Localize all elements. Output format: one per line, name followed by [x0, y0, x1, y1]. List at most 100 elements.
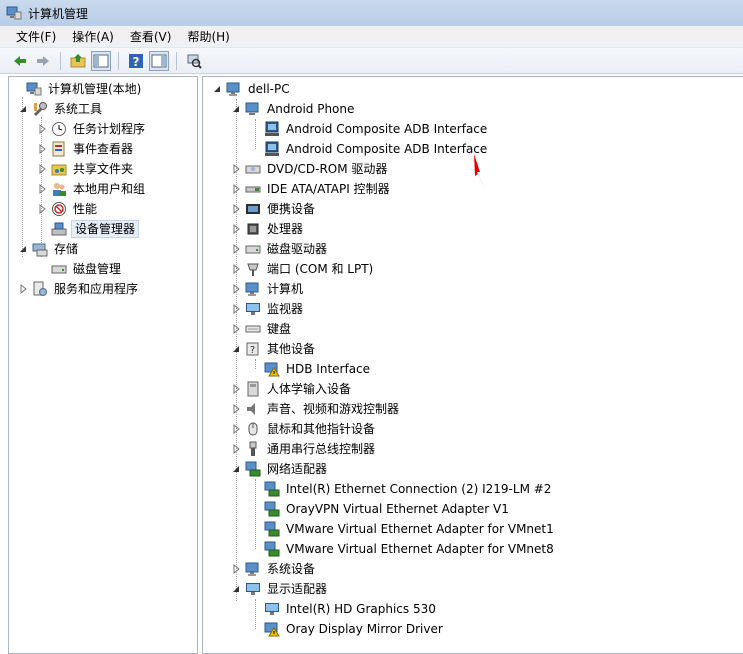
- expanded-arrow-icon[interactable]: [17, 103, 29, 115]
- show-action-pane-icon[interactable]: [149, 50, 169, 71]
- cpu-icon: [245, 221, 261, 237]
- scan-hardware-icon[interactable]: [184, 51, 204, 71]
- menu-help[interactable]: 帮助(H): [179, 27, 237, 47]
- disk-icon: [51, 261, 67, 277]
- menu-action[interactable]: 操作(A): [64, 27, 122, 47]
- device-tree-item-sound[interactable]: 声音、视频和游戏控制器: [230, 399, 401, 419]
- device-tree-item-mice[interactable]: 鼠标和其他指针设备: [230, 419, 377, 439]
- back-icon[interactable]: [10, 51, 30, 71]
- collapsed-arrow-icon[interactable]: [230, 203, 242, 215]
- device-tree-item-portable[interactable]: 便携设备: [230, 199, 317, 219]
- collapsed-arrow-icon[interactable]: [230, 283, 242, 295]
- device-tree-item-hdb[interactable]: HDB Interface: [249, 359, 372, 379]
- computer-management-icon: [26, 81, 42, 97]
- expanded-arrow-icon[interactable]: [230, 103, 242, 115]
- collapsed-arrow-icon[interactable]: [36, 123, 48, 135]
- device-tree-item-dvd[interactable]: DVD/CD-ROM 驱动器: [230, 159, 389, 179]
- collapsed-arrow-icon[interactable]: [230, 183, 242, 195]
- tree-item-performance[interactable]: 性能: [36, 199, 99, 219]
- collapsed-arrow-icon[interactable]: [230, 163, 242, 175]
- collapsed-arrow-icon[interactable]: [230, 563, 242, 575]
- collapsed-arrow-icon[interactable]: [230, 303, 242, 315]
- device-tree-item-hid[interactable]: 人体学输入设备: [230, 379, 353, 399]
- computer-icon: [226, 81, 242, 97]
- device-label: 鼠标和其他指针设备: [267, 422, 376, 436]
- services-icon: [32, 281, 48, 297]
- device-tree-item-net-vm8[interactable]: VMware Virtual Ethernet Adapter for VMne…: [249, 539, 556, 559]
- device-tree-item-net-vm1[interactable]: VMware Virtual Ethernet Adapter for VMne…: [249, 519, 556, 539]
- device-label: 网络适配器: [267, 462, 328, 476]
- tree-item-disk-management[interactable]: 磁盘管理: [36, 259, 123, 279]
- menu-view[interactable]: 查看(V): [122, 27, 180, 47]
- tree-item-device-manager[interactable]: 设备管理器: [36, 219, 140, 239]
- device-tree-item-gpu-oray[interactable]: Oray Display Mirror Driver: [249, 619, 445, 639]
- device-tree-item-usb[interactable]: 通用串行总线控制器: [230, 439, 377, 459]
- up-folder-icon[interactable]: [68, 51, 88, 71]
- collapsed-arrow-icon[interactable]: [230, 403, 242, 415]
- collapsed-arrow-icon[interactable]: [230, 423, 242, 435]
- device-tree-item-ide[interactable]: IDE ATA/ATAPI 控制器: [230, 179, 392, 199]
- tree-item-shared-folders[interactable]: 共享文件夹: [36, 159, 135, 179]
- window-title: 计算机管理: [28, 6, 89, 21]
- tree-item-event-viewer[interactable]: 事件查看器: [36, 139, 135, 159]
- expanded-arrow-icon[interactable]: [230, 463, 242, 475]
- device-tree-item-keyboards[interactable]: 键盘: [230, 319, 293, 339]
- tree-item-root[interactable]: 计算机管理(本地): [11, 79, 143, 99]
- system-tools-icon: [32, 101, 48, 117]
- device-tree-item-net-intel[interactable]: Intel(R) Ethernet Connection (2) I219-LM…: [249, 479, 553, 499]
- tree-item-local-users[interactable]: 本地用户和组: [36, 179, 147, 199]
- device-label: 系统设备: [267, 562, 316, 576]
- device-tree-item-adb-1[interactable]: Android Composite ADB Interface: [249, 119, 489, 139]
- expanded-arrow-icon[interactable]: [211, 83, 223, 95]
- device-label: 计算机: [267, 282, 304, 296]
- expanded-arrow-icon[interactable]: [230, 583, 242, 595]
- device-tree-item-other-devices[interactable]: ? 其他设备: [230, 339, 317, 359]
- device-label: 磁盘驱动器: [267, 242, 328, 256]
- collapsed-arrow-icon[interactable]: [230, 323, 242, 335]
- computer-management-icon: [6, 5, 22, 21]
- device-label: Android Composite ADB Interface: [286, 142, 488, 156]
- port-icon: [245, 261, 261, 277]
- collapsed-arrow-icon[interactable]: [230, 263, 242, 275]
- tree-item-task-scheduler[interactable]: 任务计划程序: [36, 119, 147, 139]
- collapsed-arrow-icon[interactable]: [230, 443, 242, 455]
- collapsed-arrow-icon[interactable]: [230, 243, 242, 255]
- collapsed-arrow-icon[interactable]: [36, 163, 48, 175]
- device-tree-item-net-oray[interactable]: OrayVPN Virtual Ethernet Adapter V1: [249, 499, 511, 519]
- expanded-arrow-icon[interactable]: [230, 343, 242, 355]
- keyboard-icon: [245, 321, 261, 337]
- device-tree-item-computer-cat[interactable]: 计算机: [230, 279, 305, 299]
- collapsed-arrow-icon[interactable]: [36, 143, 48, 155]
- forward-icon[interactable]: [33, 51, 53, 71]
- device-tree-item-system-devices[interactable]: 系统设备: [230, 559, 317, 579]
- collapsed-arrow-icon[interactable]: [230, 383, 242, 395]
- device-tree-item-processor[interactable]: 处理器: [230, 219, 305, 239]
- tree-label: 服务和应用程序: [54, 282, 139, 296]
- device-tree-item-disk-drives[interactable]: 磁盘驱动器: [230, 239, 329, 259]
- device-tree-item-gpu-intel[interactable]: Intel(R) HD Graphics 530: [249, 599, 438, 619]
- collapsed-arrow-icon[interactable]: [36, 183, 48, 195]
- device-tree-item-android-phone[interactable]: Android Phone: [230, 99, 356, 119]
- device-tree-item-adb-2[interactable]: Android Composite ADB Interface: [249, 139, 489, 159]
- device-label: 监视器: [267, 302, 304, 316]
- device-tree-item-computer[interactable]: dell-PC: [211, 79, 292, 99]
- device-tree-item-network[interactable]: 网络适配器: [230, 459, 329, 479]
- device-tree-item-monitors[interactable]: 监视器: [230, 299, 305, 319]
- collapsed-arrow-icon[interactable]: [36, 203, 48, 215]
- collapsed-arrow-icon[interactable]: [17, 283, 29, 295]
- network-icon: [245, 461, 261, 477]
- device-tree-item-ports[interactable]: 端口 (COM 和 LPT): [230, 259, 375, 279]
- show-hide-tree-icon[interactable]: [91, 50, 111, 71]
- tree-item-services-apps[interactable]: 服务和应用程序: [17, 279, 140, 299]
- menu-file[interactable]: 文件(F): [8, 27, 64, 47]
- tree-item-system-tools[interactable]: 系统工具: [17, 99, 104, 119]
- tree-item-storage[interactable]: 存储: [17, 239, 80, 259]
- help-icon[interactable]: ?: [126, 51, 146, 71]
- expanded-arrow-icon[interactable]: [17, 243, 29, 255]
- device-tree-item-display[interactable]: 显示适配器: [230, 579, 329, 599]
- device-label: Intel(R) HD Graphics 530: [286, 602, 436, 616]
- device-label: 处理器: [267, 222, 304, 236]
- collapsed-arrow-icon[interactable]: [230, 223, 242, 235]
